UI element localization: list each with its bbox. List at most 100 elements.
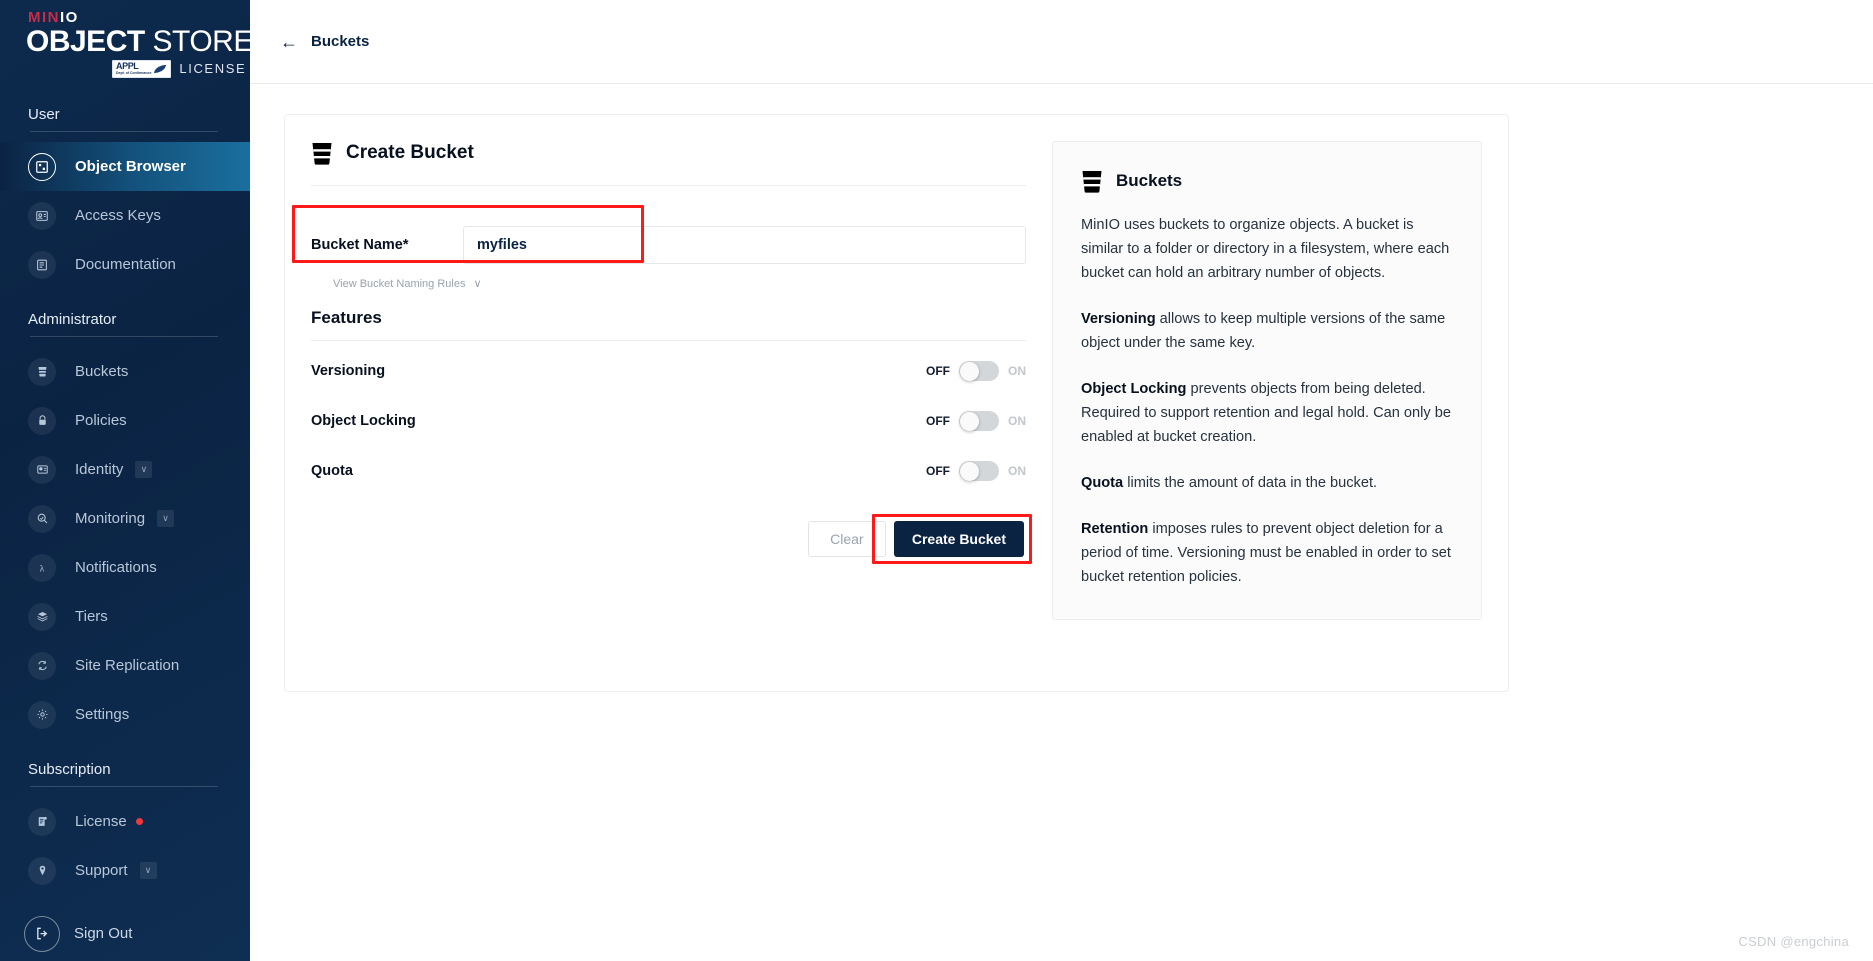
section-title-administrator: Administrator xyxy=(28,311,117,328)
policies-icon xyxy=(28,406,56,435)
section-title-user: User xyxy=(28,106,60,123)
back-arrow-icon[interactable]: ← xyxy=(280,33,298,51)
view-bucket-naming-rules[interactable]: View Bucket Naming Rules ∨ xyxy=(333,277,1026,291)
versioning-toggle[interactable] xyxy=(959,361,999,381)
feature-row-versioning: Versioning OFF ON xyxy=(311,351,1026,391)
form-actions: Clear Create Bucket xyxy=(311,514,1032,564)
bucket-name-input[interactable]: myfiles xyxy=(463,226,1026,264)
info-panel-title: Buckets xyxy=(1116,171,1183,190)
chevron-down-icon[interactable]: ∨ xyxy=(139,862,157,879)
sidebar-item-label: Buckets xyxy=(75,363,129,380)
info-paragraph: Retention imposes rules to prevent objec… xyxy=(1081,517,1453,589)
watermark: CSDN @engchina xyxy=(1738,934,1849,949)
feather-icon xyxy=(154,64,167,73)
create-bucket-panel: Create Bucket Bucket Name* myfiles View … xyxy=(284,114,1509,692)
sidebar-item-label: Policies xyxy=(75,412,127,429)
bucket-name-row: Bucket Name* myfiles xyxy=(292,205,1026,264)
sidebar-item-sign-out[interactable]: Sign Out xyxy=(0,909,250,958)
sidebar-item-notifications[interactable]: λ Notifications xyxy=(0,543,250,592)
sidebar-section-subscription: Subscription License Support ∨ Sign Out xyxy=(0,739,250,958)
info-paragraph: Versioning allows to keep multiple versi… xyxy=(1081,307,1453,355)
sidebar-item-site-replication[interactable]: Site Replication xyxy=(0,641,250,690)
license-icon xyxy=(28,807,56,836)
clear-button[interactable]: Clear xyxy=(807,521,886,557)
sidebar-item-label: Site Replication xyxy=(75,657,180,674)
info-paragraph-lead: Versioning xyxy=(1081,311,1156,327)
create-bucket-title: Create Bucket xyxy=(346,142,474,163)
toggle-knob xyxy=(960,461,979,481)
create-bucket-form: Create Bucket Bucket Name* myfiles View … xyxy=(292,141,1032,665)
feature-row-object-locking: Object Locking OFF ON xyxy=(311,401,1026,441)
sidebar-item-settings[interactable]: Settings xyxy=(0,690,250,739)
info-paragraph: Object Locking prevents objects from bei… xyxy=(1081,377,1453,449)
nav-list-user: Object Browser Access Keys Documentation xyxy=(0,142,250,289)
support-icon xyxy=(28,856,56,885)
feature-label: Versioning xyxy=(311,363,386,379)
documentation-icon xyxy=(28,250,56,279)
page-title: Create Bucket xyxy=(311,141,1026,165)
toggle-off-label: OFF xyxy=(926,414,950,428)
sidebar-item-monitoring[interactable]: Monitoring ∨ xyxy=(0,494,250,543)
bucket-icon xyxy=(1081,169,1103,193)
sidebar-item-policies[interactable]: Policies xyxy=(0,396,250,445)
sidebar-item-label: Settings xyxy=(75,706,130,723)
svg-text:λ: λ xyxy=(40,563,45,574)
sidebar-item-object-browser[interactable]: Object Browser xyxy=(0,142,250,191)
features-heading: Features xyxy=(311,308,382,327)
naming-rules-label: View Bucket Naming Rules xyxy=(333,277,466,290)
wordmark-store: STORE xyxy=(152,25,250,59)
identity-icon xyxy=(28,455,56,484)
versioning-toggle-group[interactable]: OFF ON xyxy=(926,361,1026,381)
sidebar-item-identity[interactable]: Identity ∨ xyxy=(0,445,250,494)
sidebar-item-label: Tiers xyxy=(75,608,108,625)
quota-toggle-group[interactable]: OFF ON xyxy=(926,461,1026,481)
object-locking-toggle-group[interactable]: OFF ON xyxy=(926,411,1026,431)
toggle-knob xyxy=(960,411,979,431)
breadcrumb[interactable]: Buckets xyxy=(311,33,369,50)
object-browser-icon xyxy=(28,152,56,181)
info-paragraph-text: limits the amount of data in the bucket. xyxy=(1123,475,1378,491)
appl-badge: APPL Dept. of Confirmance xyxy=(112,60,172,78)
sidebar-item-label: Documentation xyxy=(75,256,176,273)
chevron-down-icon[interactable]: ∨ xyxy=(157,510,175,527)
sidebar-item-documentation[interactable]: Documentation xyxy=(0,240,250,289)
sign-out-icon xyxy=(24,915,60,952)
license-alert-dot xyxy=(135,818,143,825)
title-divider xyxy=(311,185,1026,186)
info-paragraph: MinIO uses buckets to organize objects. … xyxy=(1081,213,1453,285)
chevron-down-icon[interactable]: ∨ xyxy=(135,461,153,478)
object-store-wordmark: OBJECT STORE xyxy=(26,27,250,57)
buckets-icon xyxy=(28,357,56,386)
info-paragraph-text: MinIO uses buckets to organize objects. … xyxy=(1081,217,1450,281)
app-root: MINIO OBJECT STORE APPL Dept. of Confirm… xyxy=(0,0,1873,961)
chevron-down-icon: ∨ xyxy=(473,278,482,290)
toggle-on-label: ON xyxy=(1008,364,1026,378)
info-paragraph-lead: Quota xyxy=(1081,475,1124,491)
topbar: ← Buckets xyxy=(250,0,1873,84)
wordmark-object: OBJECT xyxy=(26,25,145,59)
sidebar-item-license[interactable]: License xyxy=(0,797,250,846)
nav-list-administrator: Buckets Policies Identity ∨ Monitoring ∨… xyxy=(0,347,250,739)
sidebar-item-buckets[interactable]: Buckets xyxy=(0,347,250,396)
sidebar-item-tiers[interactable]: Tiers xyxy=(0,592,250,641)
content-area: Create Bucket Bucket Name* myfiles View … xyxy=(250,84,1873,961)
section-divider xyxy=(30,336,218,337)
info-panel: Buckets MinIO uses buckets to organize o… xyxy=(1052,141,1482,620)
info-paragraph: Quota limits the amount of data in the b… xyxy=(1081,471,1453,495)
sidebar-item-label: Sign Out xyxy=(74,925,133,942)
feature-label: Object Locking xyxy=(311,413,416,429)
sidebar-item-label: Access Keys xyxy=(75,207,161,224)
features-divider xyxy=(311,340,1026,341)
toggle-off-label: OFF xyxy=(926,364,950,378)
sidebar-item-label: Monitoring xyxy=(75,510,146,527)
sidebar-section-user: User Object Browser Access Keys Document… xyxy=(0,84,250,289)
section-divider xyxy=(30,131,218,132)
quota-toggle[interactable] xyxy=(959,461,999,481)
object-locking-toggle[interactable] xyxy=(959,411,999,431)
sidebar: MINIO OBJECT STORE APPL Dept. of Confirm… xyxy=(0,0,250,961)
sidebar-item-support[interactable]: Support ∨ xyxy=(0,846,250,895)
create-bucket-button[interactable]: Create Bucket xyxy=(893,521,1024,557)
info-paragraph-lead: Retention xyxy=(1081,521,1149,537)
brand-logo[interactable]: MINIO OBJECT STORE APPL Dept. of Confirm… xyxy=(0,0,250,84)
sidebar-item-access-keys[interactable]: Access Keys xyxy=(0,191,250,240)
